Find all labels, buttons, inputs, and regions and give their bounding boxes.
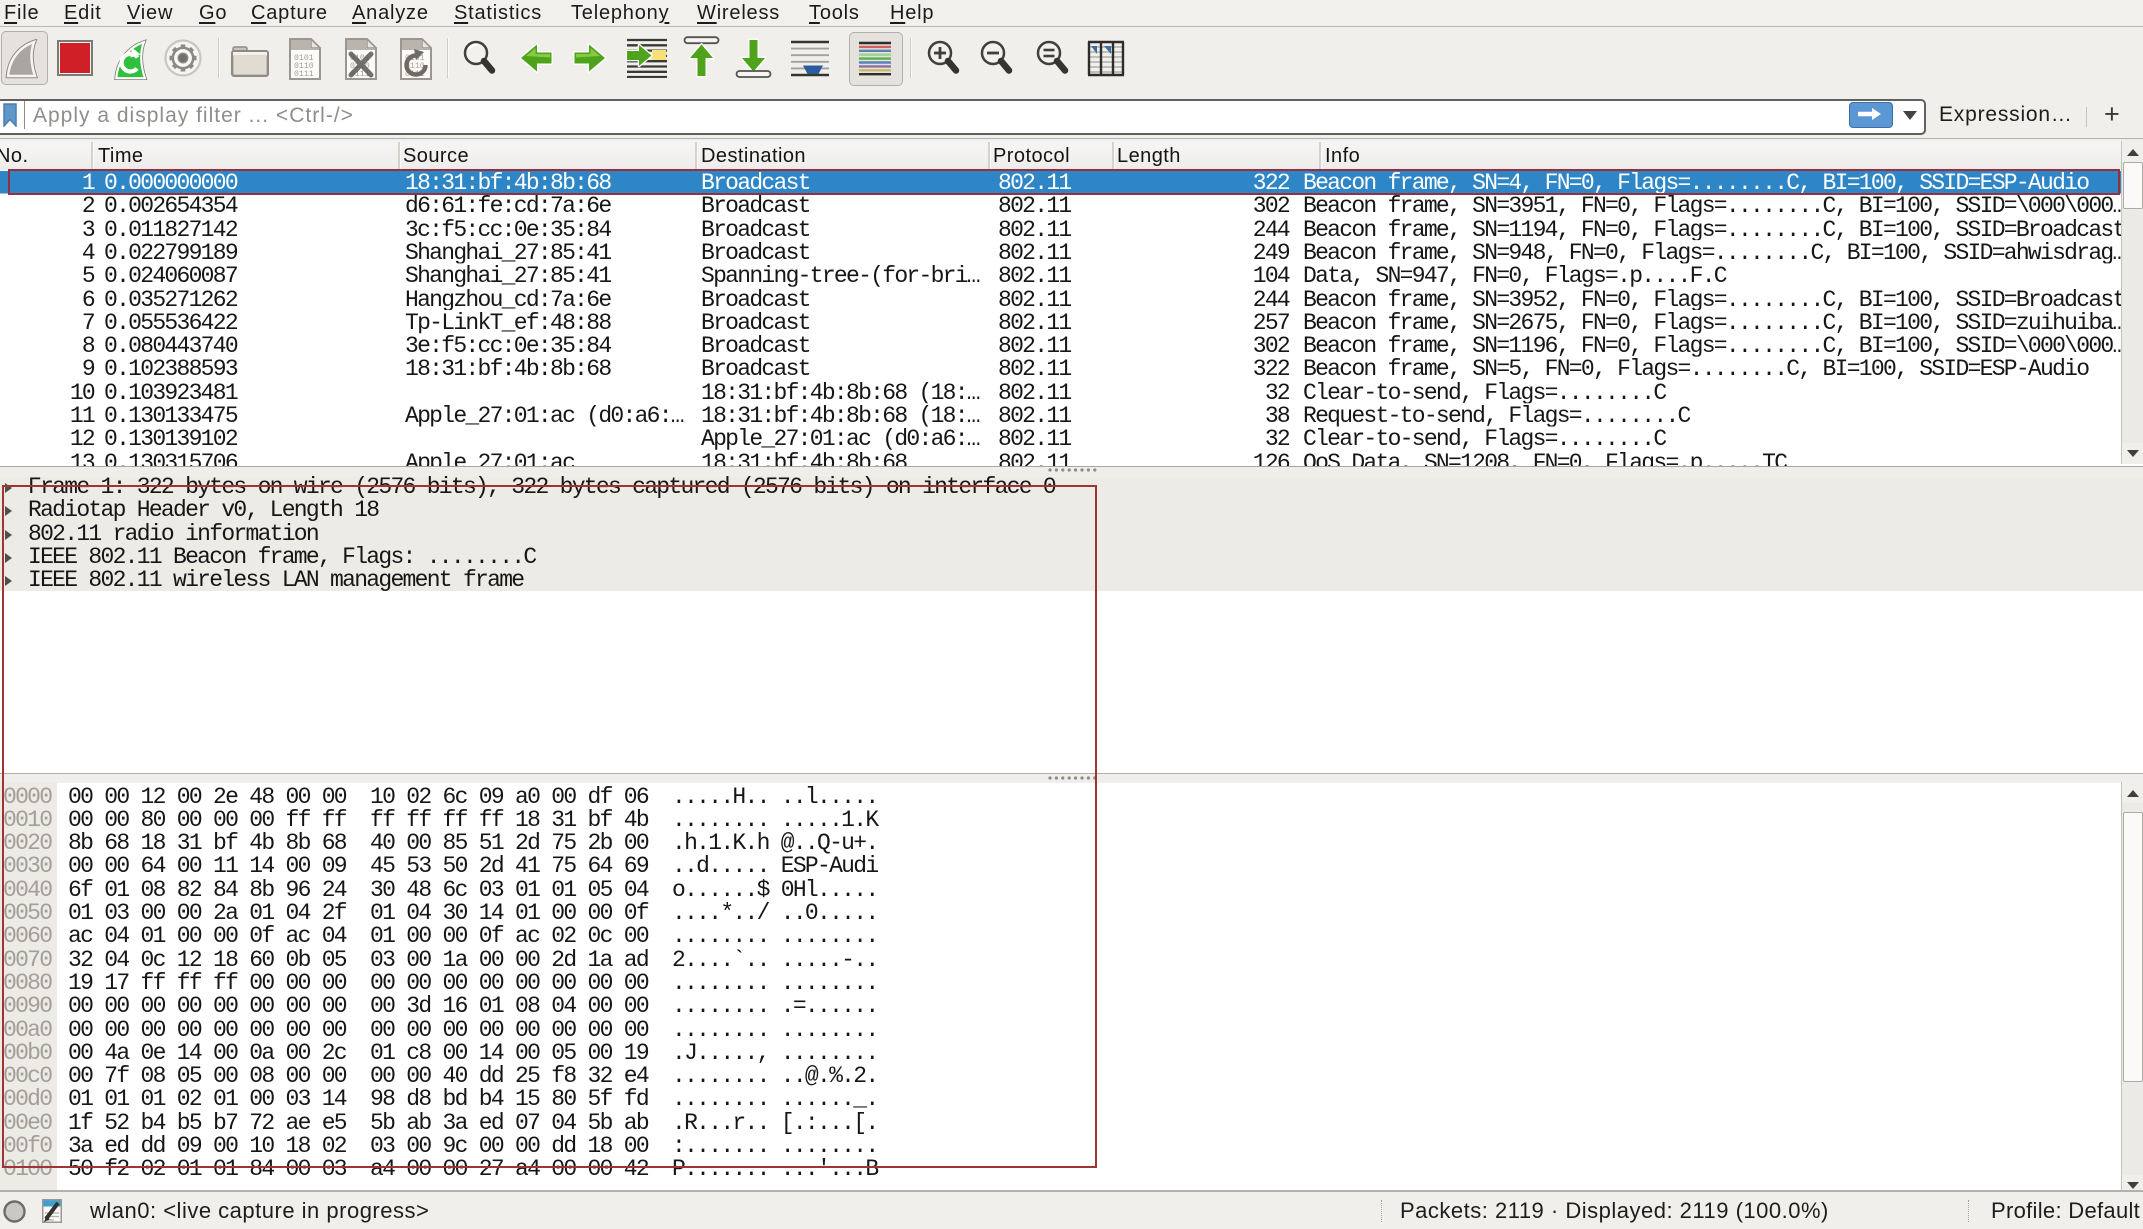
svg-text:0111: 0111 <box>294 70 314 79</box>
